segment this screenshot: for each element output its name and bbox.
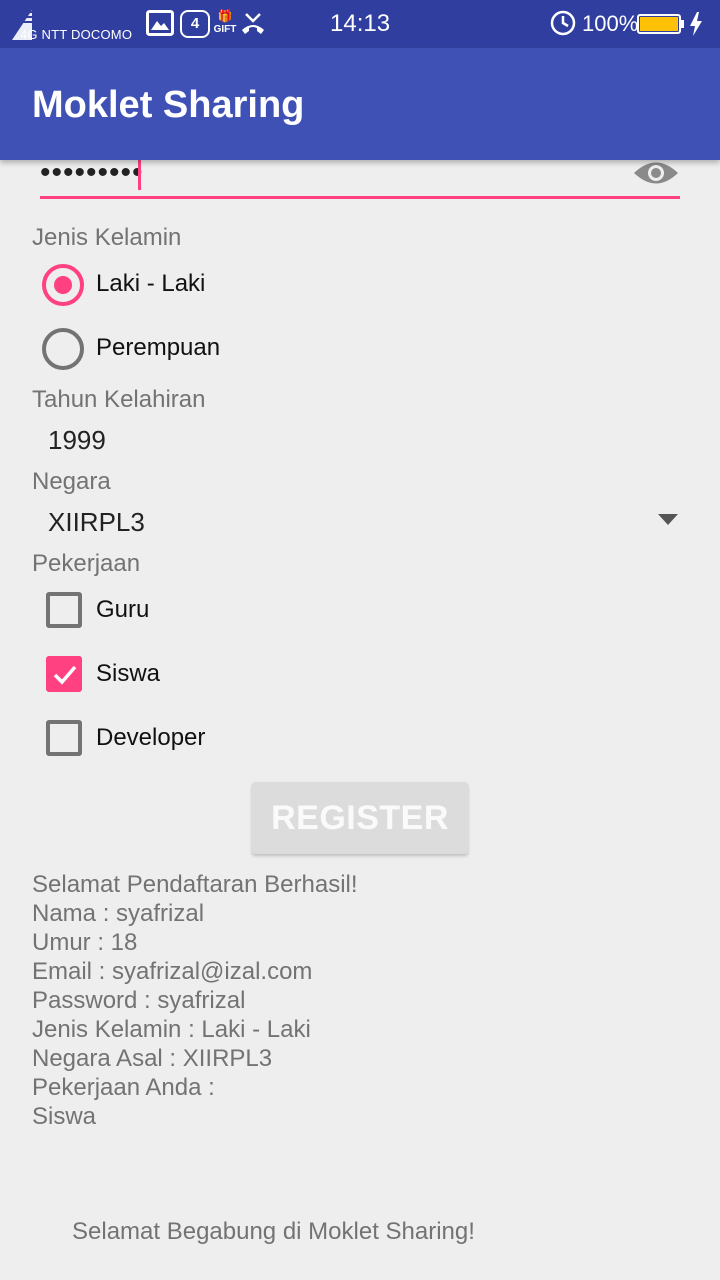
checkbox-checked[interactable]	[46, 656, 82, 692]
password-field[interactable]: •••••••••	[40, 156, 680, 200]
result-line: Negara Asal : XIIRPL3	[32, 1045, 273, 1072]
radio-label[interactable]: Laki - Laki	[96, 270, 205, 298]
birth-year-value[interactable]: 1999	[48, 425, 106, 456]
checkbox-label[interactable]: Guru	[96, 596, 149, 624]
birth-year-label: Tahun Kelahiran	[32, 386, 206, 413]
password-underline	[40, 196, 680, 199]
result-line: Umur : 18	[32, 929, 138, 956]
result-line: Selamat Pendaftaran Berhasil!	[32, 871, 358, 898]
text-cursor	[138, 160, 141, 190]
result-line: Siswa	[32, 1103, 97, 1130]
radio-label[interactable]: Perempuan	[96, 334, 220, 362]
checkbox-developer[interactable]: Developer	[46, 720, 446, 768]
password-input-value[interactable]: •••••••••	[40, 156, 144, 190]
radio-perempuan[interactable]: Perempuan	[42, 326, 442, 374]
status-bar: 4G NTT DOCOMO 4 🎁 GIFT 14:13 100%	[0, 0, 720, 48]
result-line: Email : syafrizal@izal.com	[32, 958, 313, 985]
image-notification-icon	[146, 10, 174, 36]
alarm-icon	[550, 10, 576, 36]
app-bar: Moklet Sharing	[0, 48, 720, 160]
job-label: Pekerjaan	[32, 550, 141, 577]
result-line: Jenis Kelamin : Laki - Laki	[32, 1016, 311, 1043]
checkbox-label[interactable]: Developer	[96, 724, 205, 752]
welcome-message: Selamat Begabung di Moklet Sharing!	[72, 1218, 475, 1245]
register-button[interactable]: REGISTER	[252, 782, 468, 854]
notification-count-badge: 4	[180, 10, 210, 38]
eye-icon[interactable]	[632, 158, 680, 188]
result-line: Password : syafrizal	[32, 987, 246, 1014]
country-spinner-value[interactable]: XIIRPL3	[48, 507, 145, 538]
radio-button-checked[interactable]	[42, 264, 84, 306]
checkbox-label[interactable]: Siswa	[96, 660, 160, 688]
battery-percent: 100%	[582, 11, 639, 36]
result-line: Pekerjaan Anda :	[32, 1074, 215, 1101]
checkbox-siswa[interactable]: Siswa	[46, 656, 446, 704]
charging-icon	[690, 12, 702, 36]
clock-time: 14:13	[330, 10, 391, 37]
registration-result: Selamat Pendaftaran Berhasil! Nama : sya…	[32, 870, 358, 1131]
radio-button-unchecked[interactable]	[42, 328, 84, 370]
gift-label: GIFT	[213, 24, 237, 35]
checkmark-icon	[53, 665, 77, 685]
country-label: Negara	[32, 468, 111, 495]
checkbox-guru[interactable]: Guru	[46, 592, 446, 640]
gender-label: Jenis Kelamin	[32, 224, 182, 251]
app-title: Moklet Sharing	[32, 84, 305, 126]
gift-icon: 🎁 GIFT	[213, 9, 237, 35]
checkbox-unchecked[interactable]	[46, 592, 82, 628]
result-line: Nama : syafrizal	[32, 900, 205, 927]
missed-call-icon	[242, 13, 264, 34]
radio-dot	[54, 276, 72, 294]
battery-icon	[637, 14, 684, 34]
radio-laki-laki[interactable]: Laki - Laki	[42, 262, 442, 310]
dropdown-arrow-icon[interactable]	[658, 514, 678, 525]
network-name: 4G NTT DOCOMO	[20, 27, 133, 42]
checkbox-unchecked[interactable]	[46, 720, 82, 756]
